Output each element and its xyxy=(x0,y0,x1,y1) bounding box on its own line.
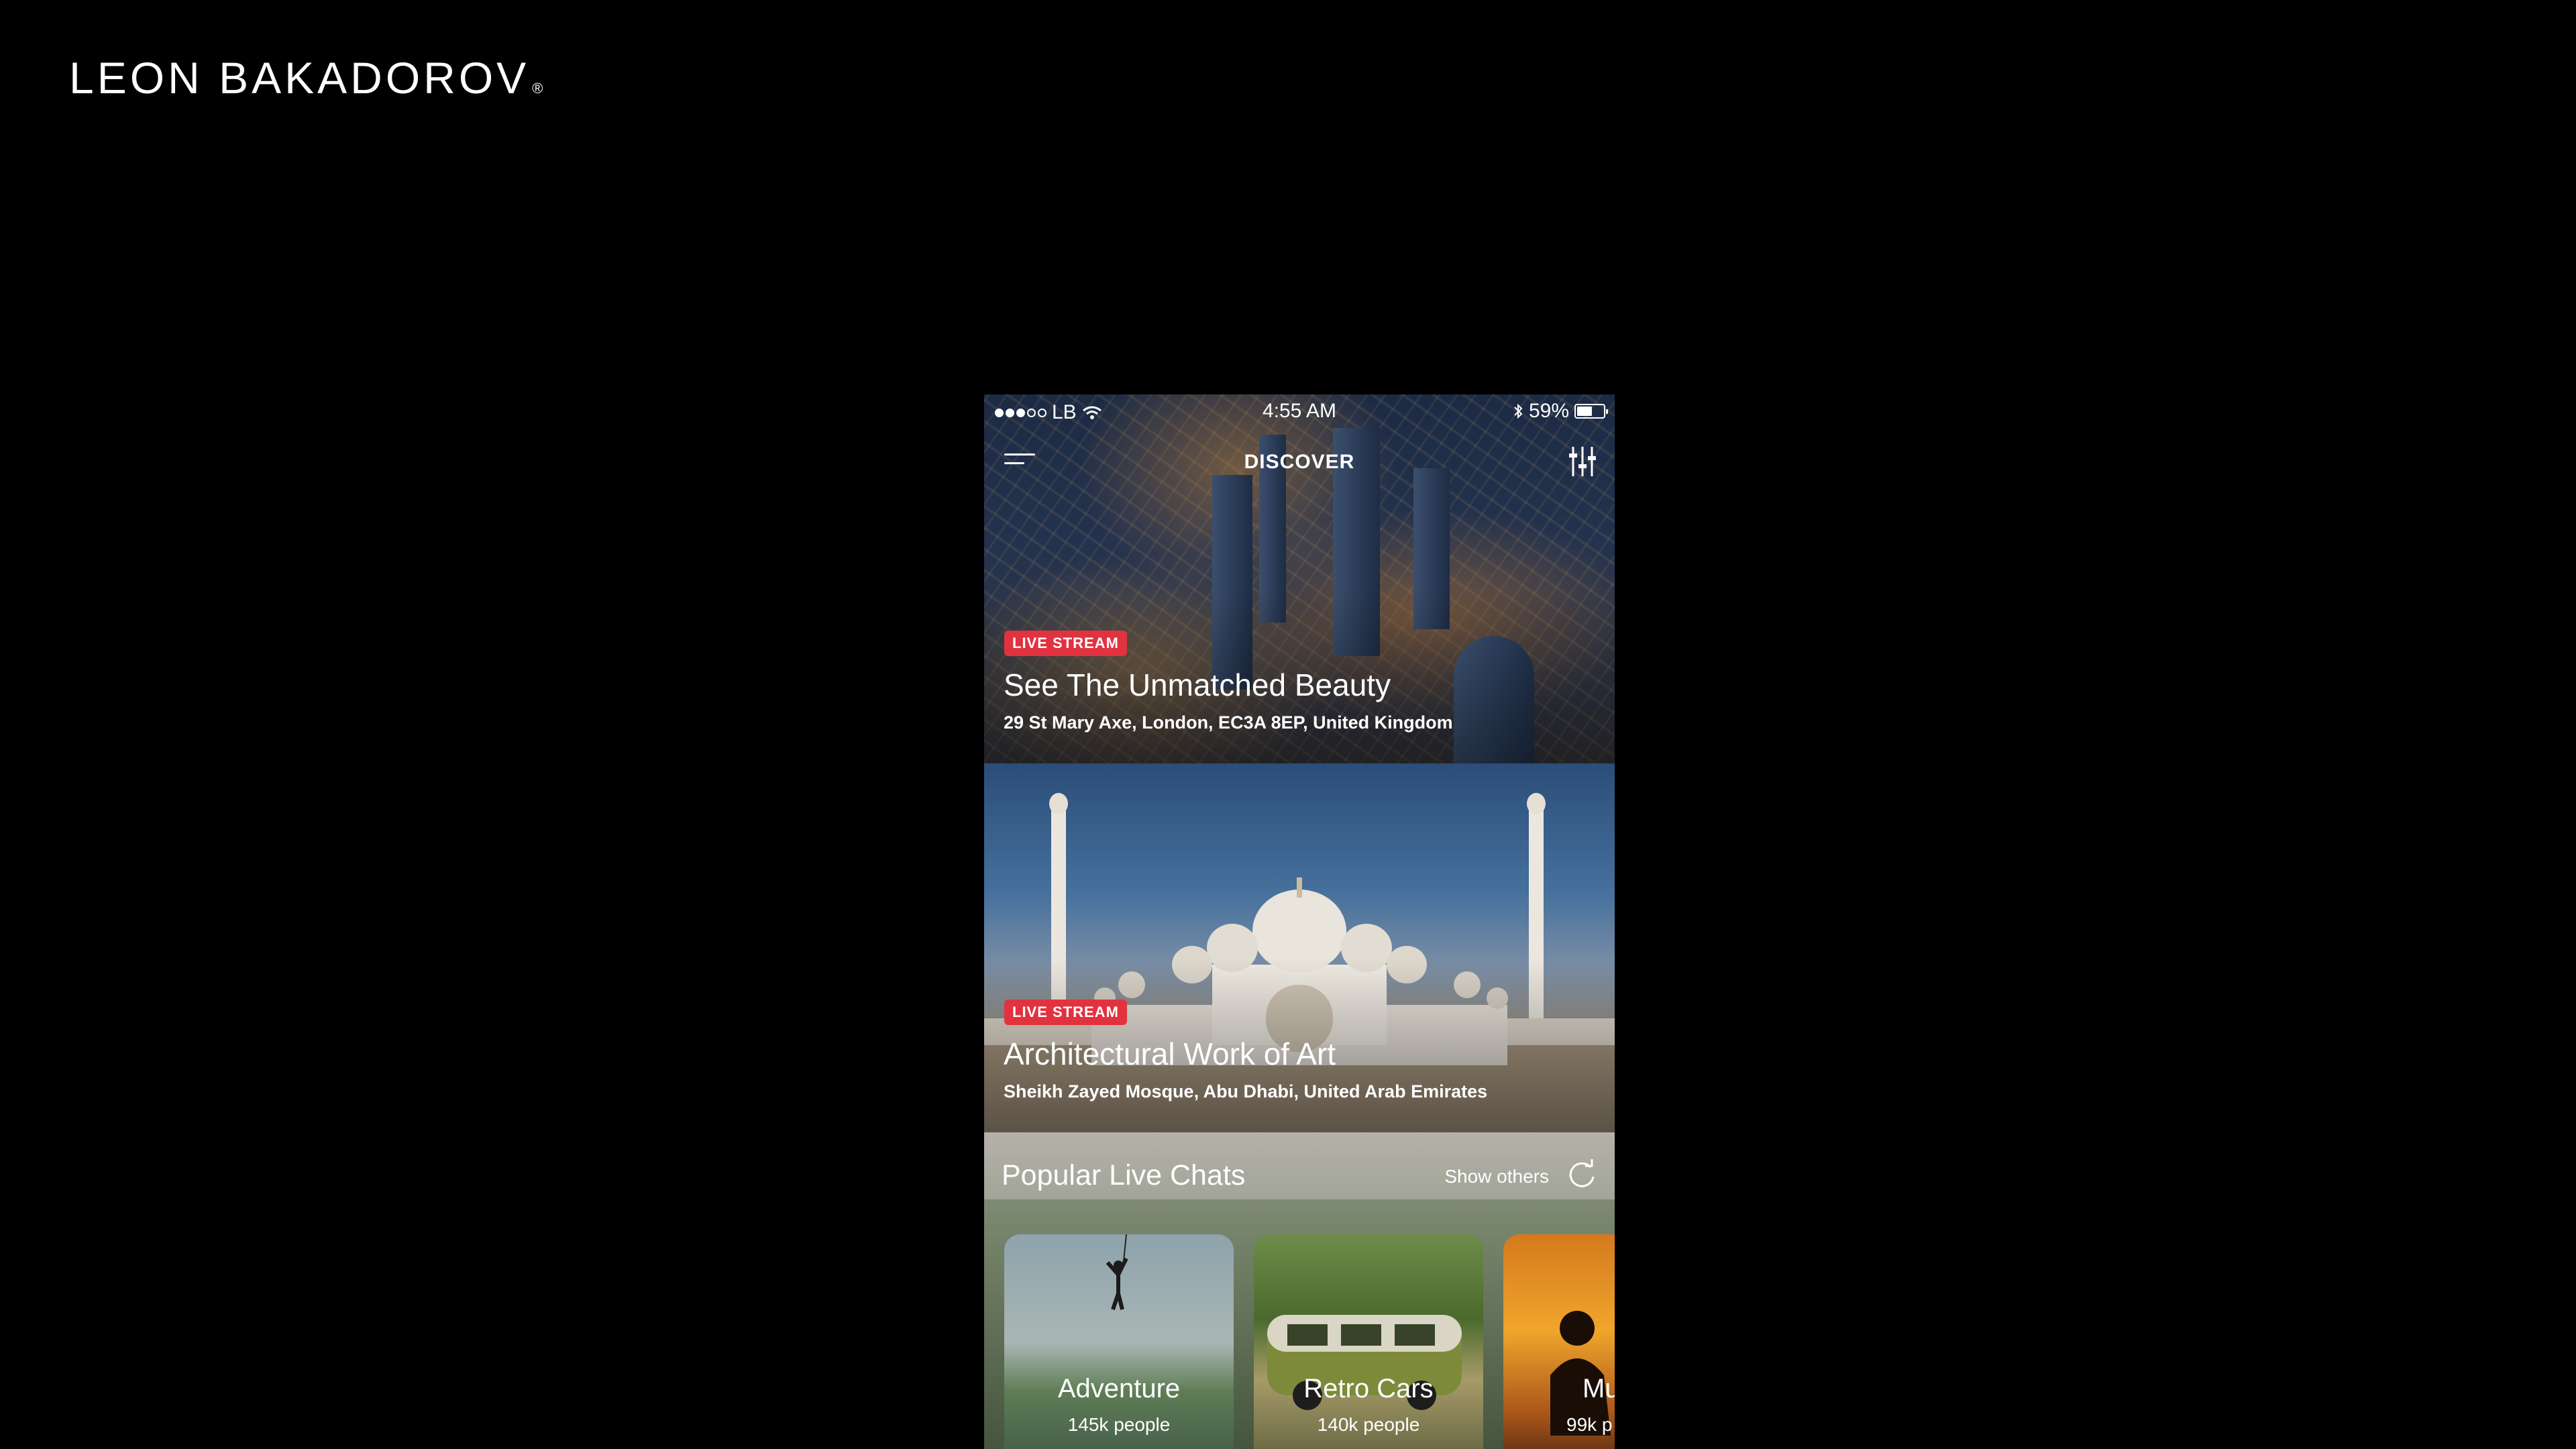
chat-name: Mu xyxy=(1582,1374,1615,1403)
card-location: 29 St Mary Axe, London, EC3A 8EP, United… xyxy=(1004,712,1453,733)
bluetooth-icon xyxy=(1514,403,1523,419)
phone-screen: LIVE STREAM See The Unmatched Beauty 29 … xyxy=(984,394,1615,1449)
chat-card-music[interactable]: Mu 99k p xyxy=(1503,1234,1615,1449)
live-stream-card-abu-dhabi[interactable]: LIVE STREAM Architectural Work of Art Sh… xyxy=(984,763,1615,1132)
card-location: Sheikh Zayed Mosque, Abu Dhabi, United A… xyxy=(1004,1081,1488,1102)
navigation-bar: DISCOVER xyxy=(984,441,1615,482)
battery-icon xyxy=(1574,404,1608,419)
filter-sliders-icon[interactable] xyxy=(1568,445,1597,478)
jumper-silhouette xyxy=(1106,1234,1128,1310)
page-title: DISCOVER xyxy=(1244,451,1355,473)
brand-name: LEON BAKADOROV xyxy=(69,53,530,103)
chat-name: Adventure xyxy=(1057,1374,1181,1403)
card-title: Architectural Work of Art xyxy=(1004,1036,1336,1071)
chat-people-count: 140k people xyxy=(1317,1414,1420,1435)
chat-people-count: 99k p xyxy=(1566,1414,1613,1435)
section-title: Popular Live Chats xyxy=(1002,1159,1246,1191)
battery-percent: 59% xyxy=(1528,400,1569,422)
card-title: See The Unmatched Beauty xyxy=(1004,667,1391,702)
chat-card-retro-cars[interactable]: Retro Cars 140k people xyxy=(1254,1234,1483,1449)
show-others-link[interactable]: Show others xyxy=(1444,1166,1549,1187)
registered-mark: ® xyxy=(532,80,543,97)
refresh-icon[interactable] xyxy=(1566,1159,1597,1190)
live-stream-badge: LIVE STREAM xyxy=(1004,1000,1127,1025)
brand-logo: LEON BAKADOROV ® xyxy=(69,52,543,103)
chat-card-adventure[interactable]: Adventure 145k people xyxy=(1004,1234,1234,1449)
chat-name: Retro Cars xyxy=(1303,1374,1434,1403)
live-stream-badge: LIVE STREAM xyxy=(1004,631,1127,656)
status-bar: LB 4:55 AM 59% xyxy=(984,394,1615,431)
chat-people-count: 145k people xyxy=(1067,1414,1171,1435)
